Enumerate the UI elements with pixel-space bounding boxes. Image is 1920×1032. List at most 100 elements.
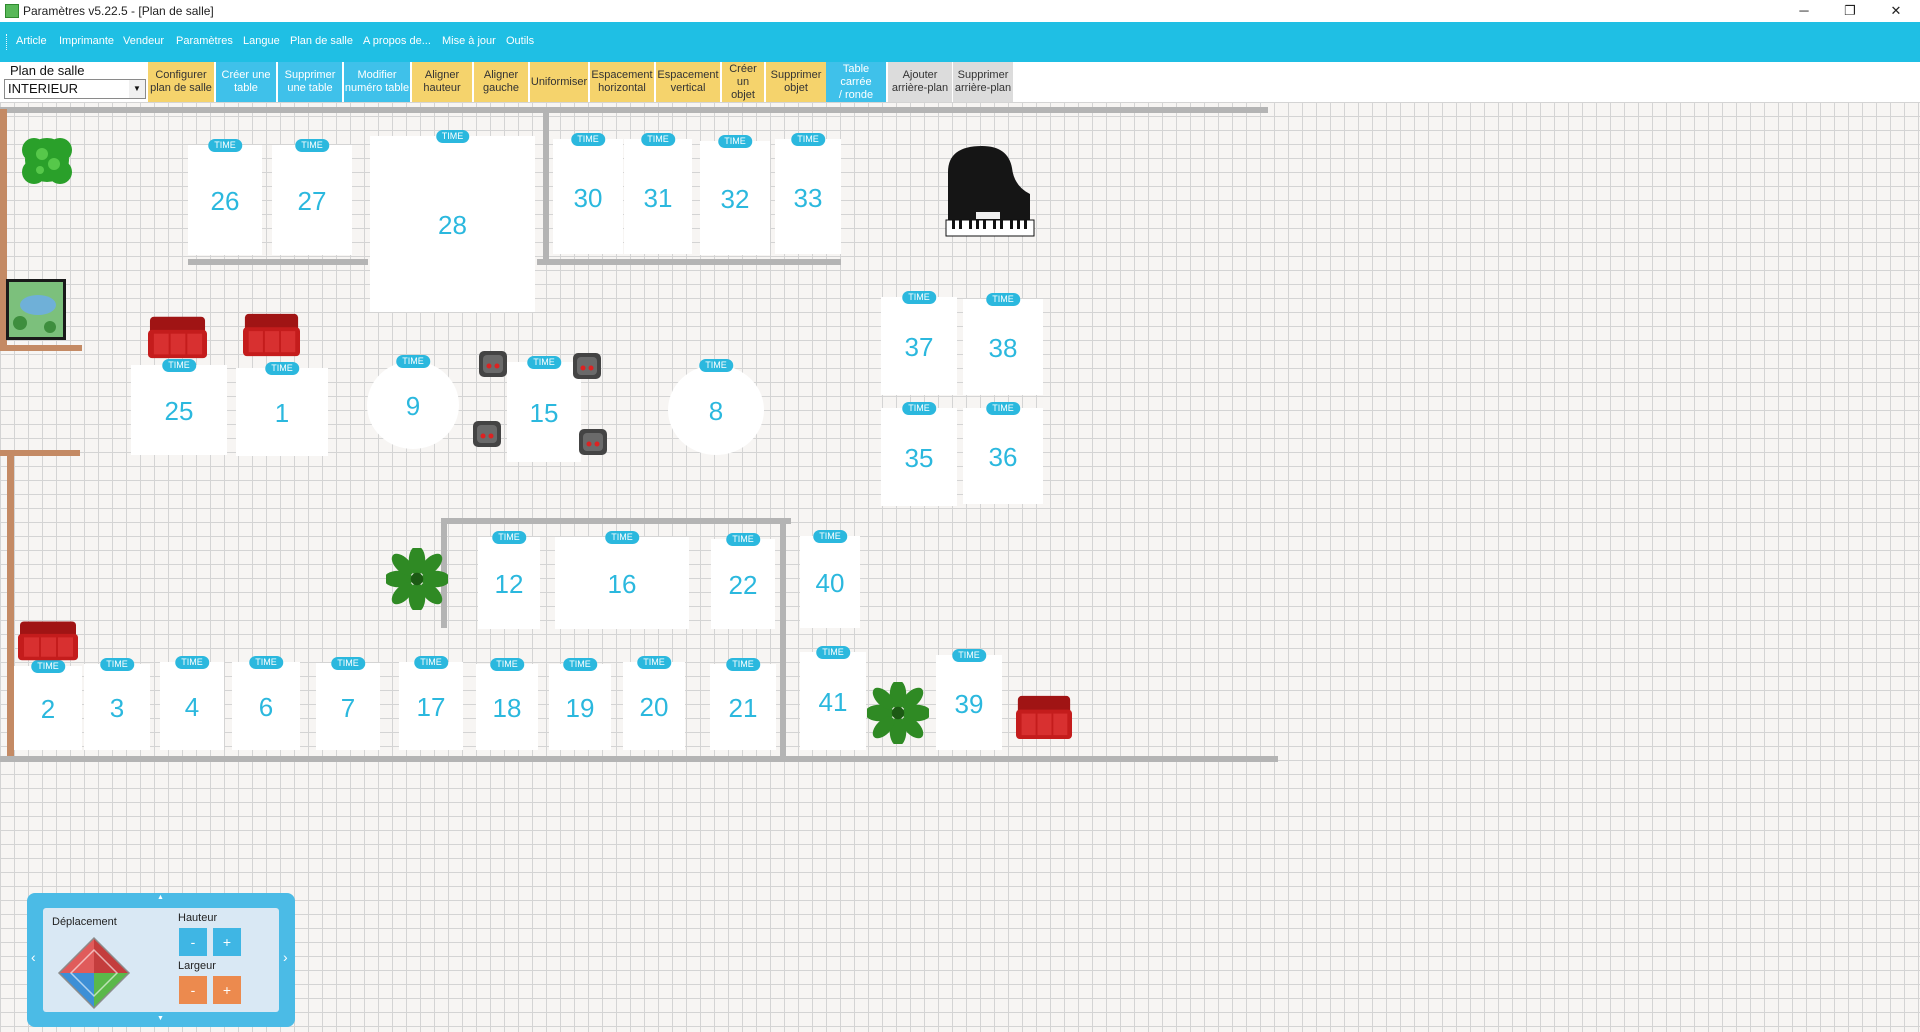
framed-picture-icon[interactable] (6, 279, 66, 340)
panel-scroll-down-icon[interactable]: ▼ (157, 1015, 164, 1022)
table-number: 41 (818, 687, 848, 718)
wall-segment (0, 756, 1278, 762)
table-7[interactable]: TIME 7 (316, 657, 380, 750)
table-21[interactable]: TIME 21 (710, 658, 776, 750)
menu-article[interactable]: Article (16, 35, 47, 47)
red-sofa-icon[interactable] (243, 310, 300, 358)
table-number: 32 (720, 184, 750, 215)
menu-plan-de-salle[interactable]: Plan de salle (290, 35, 353, 47)
modifier-numero-button[interactable]: Modifier numéro table (344, 62, 410, 102)
configurer-plan-button[interactable]: Configurer plan de salle (148, 62, 214, 102)
chair-icon[interactable] (572, 352, 602, 380)
supprimer-arriere-plan-button[interactable]: Supprimer arrière-plan (953, 62, 1013, 102)
supprimer-table-button[interactable]: Supprimer une table (278, 62, 342, 102)
espacement-vertical-button[interactable]: Espacement vertical (656, 62, 720, 102)
uniformiser-button[interactable]: Uniformiser (530, 62, 588, 102)
red-sofa-icon[interactable] (18, 618, 78, 662)
creer-table-button[interactable]: Créer une table (216, 62, 276, 102)
table-9[interactable]: TIME 9 (367, 355, 459, 449)
table-number: 16 (607, 569, 637, 600)
creer-objet-button[interactable]: Créer un objet (722, 62, 764, 102)
table-27[interactable]: TIME 27 (272, 139, 352, 255)
wall-segment (188, 259, 368, 265)
direction-pad-icon[interactable] (57, 936, 131, 1010)
table-39[interactable]: TIME 39 (936, 649, 1002, 750)
minimize-button[interactable]: ─ (1781, 0, 1827, 22)
table-6[interactable]: TIME 6 (232, 656, 300, 750)
table-time-badge: TIME (265, 362, 299, 375)
table-19[interactable]: TIME 19 (549, 658, 611, 750)
table-12[interactable]: TIME 12 (478, 531, 540, 629)
menu-mise-a-jour[interactable]: Mise à jour (442, 35, 496, 47)
menu-imprimante[interactable]: Imprimante (59, 35, 114, 47)
table-4[interactable]: TIME 4 (160, 656, 224, 750)
table-17[interactable]: TIME 17 (399, 656, 463, 750)
chair-icon[interactable] (478, 350, 508, 378)
plan-de-salle-select[interactable]: INTERIEUR ▼ (4, 79, 146, 99)
table-number: 33 (793, 182, 823, 213)
table-2[interactable]: TIME 2 (14, 660, 82, 750)
panel-scroll-up-icon[interactable]: ▲ (157, 894, 164, 901)
menu-vendeur[interactable]: Vendeur (123, 35, 164, 47)
wall-segment (0, 345, 82, 351)
table-26[interactable]: TIME 26 (188, 139, 262, 255)
grand-piano-icon[interactable] (942, 142, 1036, 238)
table-8[interactable]: TIME 8 (668, 359, 764, 455)
table-carree-ronde-button[interactable]: Table carrée / ronde (826, 62, 886, 102)
table-number: 25 (164, 396, 194, 427)
table-time-badge: TIME (249, 656, 283, 669)
table-20[interactable]: TIME 20 (623, 656, 685, 750)
table-3[interactable]: TIME 3 (84, 658, 150, 750)
table-25[interactable]: TIME 25 (131, 359, 227, 455)
table-32[interactable]: TIME 32 (700, 135, 770, 255)
menu-langue[interactable]: Langue (243, 35, 280, 47)
aligner-gauche-button[interactable]: Aligner gauche (474, 62, 528, 102)
table-22[interactable]: TIME 22 (711, 533, 775, 629)
red-sofa-icon[interactable] (148, 313, 207, 360)
table-time-badge: TIME (791, 133, 825, 146)
table-15[interactable]: TIME 15 (507, 356, 581, 462)
movement-panel-body: Déplacement Hauteur - + Largeur - + (43, 908, 279, 1012)
hauteur-label: Hauteur (178, 912, 218, 924)
aligner-hauteur-button[interactable]: Aligner hauteur (412, 62, 472, 102)
panel-scroll-left-icon[interactable]: ‹ (31, 949, 36, 965)
panel-scroll-right-icon[interactable]: › (283, 949, 288, 965)
close-button[interactable]: ✕ (1873, 0, 1919, 22)
table-1[interactable]: TIME 1 (236, 362, 328, 456)
menu-outils[interactable]: Outils (506, 35, 534, 47)
chair-icon[interactable] (578, 428, 608, 456)
height-increase-button[interactable]: + (213, 928, 241, 956)
tree-icon[interactable] (18, 130, 76, 190)
table-38[interactable]: TIME 38 (963, 293, 1043, 395)
supprimer-objet-button[interactable]: Supprimer objet (766, 62, 826, 102)
chair-icon[interactable] (472, 420, 502, 448)
table-30[interactable]: TIME 30 (553, 133, 623, 254)
table-number: 22 (728, 570, 758, 601)
height-decrease-button[interactable]: - (179, 928, 207, 956)
table-31[interactable]: TIME 31 (624, 133, 692, 254)
table-35[interactable]: TIME 35 (881, 402, 957, 506)
espacement-horizontal-button[interactable]: Espacement horizontal (590, 62, 654, 102)
palm-plant-icon[interactable] (864, 679, 932, 747)
table-16[interactable]: TIME 16 (555, 531, 689, 629)
chevron-down-icon[interactable]: ▼ (129, 80, 145, 98)
width-decrease-button[interactable]: - (179, 976, 207, 1004)
width-increase-button[interactable]: + (213, 976, 241, 1004)
ajouter-arriere-plan-button[interactable]: Ajouter arrière-plan (888, 62, 952, 102)
table-40[interactable]: TIME 40 (800, 530, 860, 628)
table-33[interactable]: TIME 33 (775, 133, 841, 254)
table-36[interactable]: TIME 36 (963, 402, 1043, 504)
wall-segment (780, 518, 786, 756)
table-18[interactable]: TIME 18 (476, 658, 538, 750)
menu-a-propos[interactable]: A propos de... (363, 35, 431, 47)
red-sofa-icon[interactable] (1016, 692, 1072, 741)
table-number: 2 (40, 694, 56, 725)
table-37[interactable]: TIME 37 (881, 291, 957, 395)
menu-grip (6, 34, 9, 50)
maximize-button[interactable]: ❐ (1827, 0, 1873, 22)
table-41[interactable]: TIME 41 (800, 646, 866, 750)
table-number: 9 (405, 391, 421, 422)
menu-parametres[interactable]: Paramètres (176, 35, 233, 47)
palm-plant-icon[interactable] (383, 545, 451, 613)
table-28[interactable]: TIME 28 (370, 130, 535, 312)
